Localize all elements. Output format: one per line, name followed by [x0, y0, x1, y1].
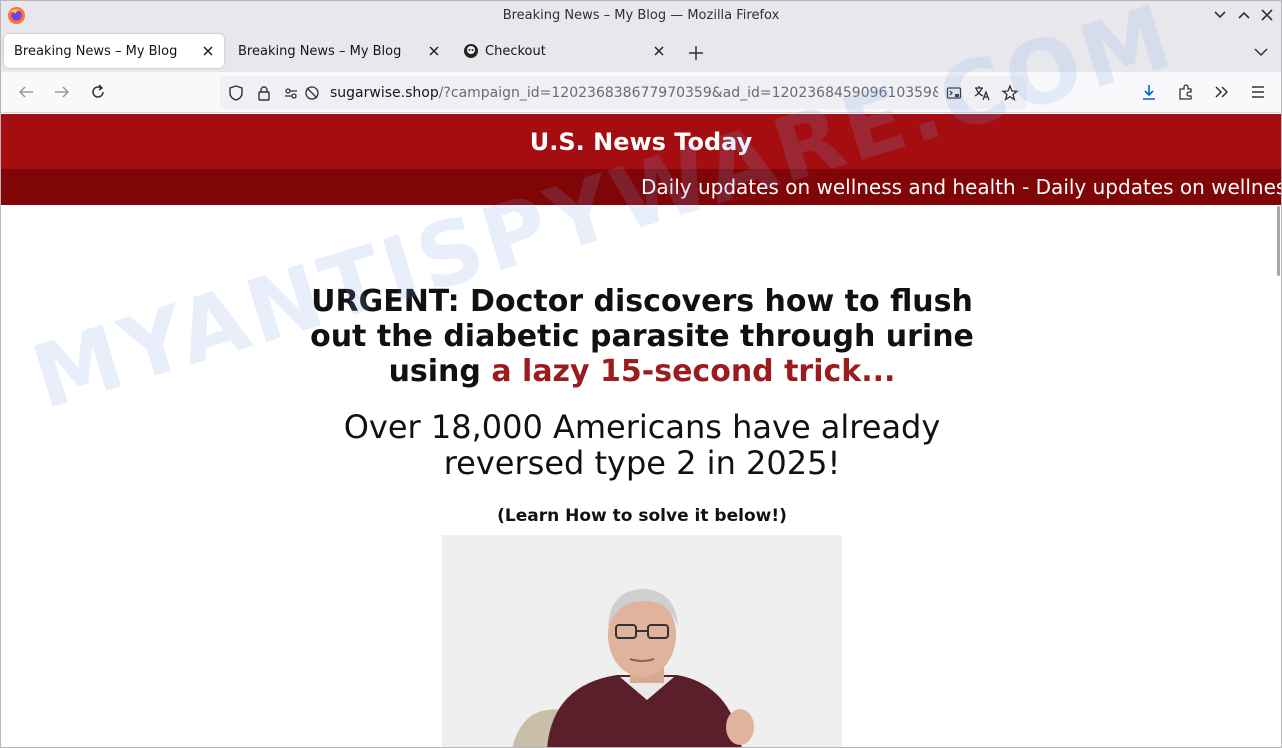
page-scrollbar[interactable] [1277, 206, 1280, 276]
tab-strip: Breaking News – My Blog Breaking News – … [1, 30, 1281, 72]
back-arrow-icon [18, 86, 33, 98]
translate-icon[interactable] [973, 84, 991, 102]
browser-window: Breaking News – My Blog — Mozilla Firefo… [0, 0, 1282, 748]
forward-arrow-icon [55, 86, 70, 98]
checkout-favicon-icon [464, 44, 478, 58]
reload-icon [92, 84, 104, 98]
tracking-protection-shield-icon[interactable] [227, 84, 245, 102]
forward-button[interactable] [52, 82, 72, 102]
chevron-up-icon [1238, 11, 1250, 19]
bookmark-star-icon[interactable] [1001, 84, 1019, 102]
window-title: Breaking News – My Blog — Mozilla Firefo… [502, 8, 780, 23]
web-page: U.S. News Today Daily updates on wellnes… [1, 114, 1281, 747]
overflow-menu-button[interactable] [1212, 82, 1232, 102]
app-menu-button[interactable] [1248, 82, 1268, 102]
tab-label: Breaking News – My Blog [14, 43, 178, 59]
title-bar: Breaking News – My Blog — Mozilla Firefo… [1, 1, 1281, 30]
extensions-button[interactable] [1176, 82, 1196, 102]
tab-close-button[interactable] [426, 43, 442, 59]
minimize-button[interactable] [1211, 6, 1229, 24]
close-icon [1261, 9, 1273, 21]
site-header: U.S. News Today [1, 114, 1281, 169]
headline-highlight: a lazy 15-second trick... [491, 354, 896, 389]
tracking-blocked-eye-icon[interactable] [303, 84, 321, 102]
tab-label: Breaking News – My Blog [238, 43, 402, 59]
url-text[interactable]: sugarwise.shop/?campaign_id=120236838677… [330, 85, 938, 101]
tab-1[interactable]: Breaking News – My Blog [4, 34, 224, 68]
url-path: /?campaign_id=120236838677970359&ad_id=1… [438, 85, 938, 101]
article-headline: URGENT: Doctor discovers how to flush ou… [291, 284, 993, 389]
url-host: sugarwise.shop [330, 85, 439, 101]
maximize-button[interactable] [1235, 6, 1253, 24]
list-all-tabs-chevron-icon[interactable] [1251, 42, 1271, 62]
tab-label: Checkout [485, 43, 546, 59]
close-icon [203, 46, 213, 56]
lock-icon[interactable] [255, 84, 273, 102]
hamburger-menu-icon [1252, 86, 1264, 98]
reader-view-icon[interactable] [945, 84, 963, 102]
double-chevron-right-icon [1215, 86, 1229, 98]
ticker-text: Daily updates on wellness and health - D… [641, 175, 1281, 199]
puzzle-piece-icon [1179, 84, 1192, 100]
article-subheadline: Over 18,000 Americans have already rever… [343, 408, 941, 482]
tab-close-button[interactable] [651, 43, 667, 59]
chevron-down-icon [1214, 11, 1226, 19]
video-player[interactable] [442, 535, 842, 747]
tab-close-button[interactable] [200, 43, 216, 59]
news-ticker: Daily updates on wellness and health - D… [1, 169, 1281, 205]
back-button[interactable] [16, 82, 36, 102]
video-frame-person-image [442, 535, 842, 747]
close-icon [429, 46, 439, 56]
tab-2[interactable]: Breaking News – My Blog [228, 34, 450, 68]
navigation-toolbar: sugarwise.shop/?campaign_id=120236838677… [1, 72, 1281, 113]
new-tab-plus-icon[interactable] [685, 42, 707, 64]
tab-3[interactable]: Checkout [453, 34, 675, 68]
learn-below-text: (Learn How to solve it below!) [497, 506, 787, 526]
close-window-button[interactable] [1258, 6, 1276, 24]
firefox-logo-icon [7, 6, 26, 25]
reload-button[interactable] [88, 82, 108, 102]
close-icon [654, 46, 664, 56]
permissions-icon[interactable] [282, 84, 300, 102]
downloads-button[interactable] [1139, 82, 1159, 102]
site-title[interactable]: U.S. News Today [530, 128, 753, 156]
address-bar[interactable]: sugarwise.shop/?campaign_id=120236838677… [220, 76, 1027, 109]
download-icon [1143, 85, 1155, 100]
